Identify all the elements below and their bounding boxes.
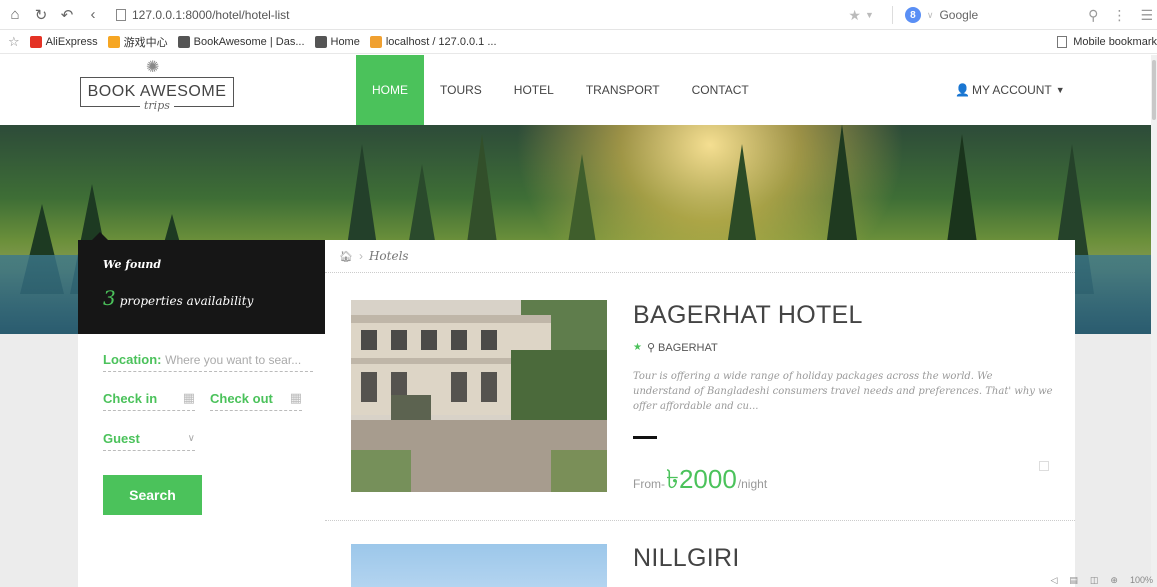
chevron-down-icon[interactable]: ∨ (927, 10, 934, 21)
check-out-label: Check out (210, 390, 273, 406)
main-menu: HOME TOURS HOTEL TRANSPORT CONTACT (356, 55, 765, 125)
zoom-level[interactable]: 100% (1130, 575, 1153, 587)
breadcrumb: 🏠︎ › Hotels (325, 240, 1075, 273)
breadcrumb-separator: › (358, 249, 363, 263)
hotel-card: BAGERHAT HOTEL ★ ⚲ BAGERHAT Tour is offe… (325, 273, 1075, 521)
breadcrumb-current: Hotels (368, 249, 409, 263)
bookmark-star-icon[interactable]: ★ (848, 7, 861, 24)
site-header: ✺ BOOK AWESOME trips HOME TOURS HOTEL TR… (0, 55, 1157, 125)
search-engine-label[interactable]: Google (939, 8, 978, 22)
hotel-list-content: 🏠︎ › Hotels BAGERHAT HOTEL ★ ⚲ BAGERHAT … (325, 240, 1075, 587)
favorite-checkbox[interactable] (1039, 461, 1049, 471)
bookmark-item[interactable]: 游戏中心 (107, 34, 168, 50)
results-notch (92, 232, 108, 240)
bookmark-item[interactable]: localhost / 127.0.0.1 ... (369, 35, 497, 48)
mobile-icon (1057, 36, 1068, 48)
refresh-icon[interactable]: ↻ (30, 4, 52, 26)
bookmark-item[interactable]: BookAwesome | Das... (177, 35, 305, 48)
hotel-name[interactable]: NILLGIRI (633, 544, 740, 573)
chevron-down-icon: ∨ (187, 433, 195, 444)
guest-select[interactable]: Guest ∨ (103, 431, 195, 451)
star-icon: ★ (633, 342, 642, 353)
search-filters: Location: Where you want to sear... Chec… (78, 334, 325, 587)
hotel-location: ★ ⚲ BAGERHAT (633, 341, 718, 355)
folder-icon (177, 35, 190, 48)
menu-hotel[interactable]: HOTEL (498, 55, 570, 125)
home-icon[interactable]: ⌂ (4, 4, 26, 26)
undo-icon[interactable]: ↶ (56, 4, 78, 26)
my-account-label: MY ACCOUNT (971, 83, 1052, 97)
caret-down-icon: ▼ (1055, 85, 1065, 95)
chevron-down-icon[interactable]: ▼ (865, 10, 874, 20)
hotel-image[interactable] (351, 300, 607, 492)
search-engine-icon[interactable]: 8 (904, 7, 921, 23)
location-placeholder: Where you want to sear... (165, 353, 302, 367)
separator-bar (633, 436, 657, 439)
hotel-price: From- ৳2000 /night (633, 459, 767, 503)
logo-tagline: trips (140, 99, 174, 112)
menu-icon[interactable]: ☰ (1140, 7, 1153, 24)
aliexpress-icon (29, 35, 42, 48)
volume-icon[interactable]: ◫ (1090, 575, 1099, 587)
back-icon[interactable]: ‹ (82, 4, 104, 26)
status-bar: ◁ ▤ ◫ ⊕ 100% (1000, 575, 1157, 587)
check-out-field[interactable]: Check out ▦ (210, 390, 302, 411)
menu-home[interactable]: HOME (356, 55, 424, 125)
toolbar-divider (891, 6, 893, 24)
bookmark-star-icon[interactable]: ☆ (8, 34, 20, 50)
location-field[interactable]: Location: Where you want to sear... (103, 352, 313, 372)
my-account-menu[interactable]: 👤 MY ACCOUNT ▼ (955, 55, 1065, 125)
home-icon[interactable]: 🏠︎ (339, 250, 353, 263)
hotel-description: Tour is offering a wide range of holiday… (633, 371, 1053, 412)
price-prefix: From- (633, 477, 665, 491)
zoom-icon[interactable]: ⊕ (1110, 575, 1118, 587)
bookmarks-bar: ☆ AliExpress 游戏中心 BookAwesome | Das... H… (0, 30, 1157, 54)
page-scrollbar[interactable] (1151, 55, 1157, 587)
game-center-icon (107, 35, 120, 48)
site-logo[interactable]: ✺ BOOK AWESOME trips (80, 57, 235, 121)
count-label: properties availability (119, 294, 254, 308)
hotel-image[interactable] (351, 544, 607, 587)
more-icon[interactable]: ⋮ (1112, 7, 1126, 24)
price-suffix: /night (737, 477, 768, 491)
menu-contact[interactable]: CONTACT (676, 55, 765, 125)
speaker-icon[interactable]: ◁ (1050, 575, 1057, 587)
check-in-field[interactable]: Check in ▦ (103, 390, 195, 411)
user-icon: 👤 (955, 83, 970, 97)
properties-count: 3 properties availability (103, 286, 253, 310)
address-bar[interactable]: 127.0.0.1:8000/hotel/hotel-list (116, 4, 289, 26)
hotel-photo (351, 300, 607, 492)
calendar-icon: ▦ (182, 390, 195, 405)
menu-tours[interactable]: TOURS (424, 55, 498, 125)
we-found-label: We found (103, 258, 162, 271)
palm-tree-icon: ✺ (146, 59, 160, 76)
hotel-name[interactable]: BAGERHAT HOTEL (633, 301, 863, 330)
map-pin-icon: ⚲ (646, 342, 656, 354)
phpmyadmin-icon (369, 35, 382, 48)
hotel-location-text: BAGERHAT (658, 341, 718, 354)
folder-icon (314, 35, 327, 48)
page-icon (116, 8, 126, 21)
save-icon[interactable]: ▤ (1069, 575, 1078, 587)
menu-transport[interactable]: TRANSPORT (570, 55, 676, 125)
calendar-icon: ▦ (289, 390, 302, 405)
bookmark-item[interactable]: Home (314, 35, 360, 48)
hotel-card: NILLGIRI (325, 522, 1075, 587)
price-amount: ৳2000 (666, 464, 737, 494)
url-text[interactable]: 127.0.0.1:8000/hotel/hotel-list (132, 8, 289, 22)
browser-toolbar: ⌂ ↻ ↶ ‹ 127.0.0.1:8000/hotel/hotel-list … (0, 0, 1157, 30)
results-summary: We found 3 properties availability (78, 240, 325, 334)
search-button[interactable]: Search (103, 475, 202, 515)
location-label: Location: (103, 352, 162, 367)
check-in-label: Check in (103, 390, 158, 406)
guest-label: Guest (103, 431, 140, 446)
bookmark-item[interactable]: AliExpress (29, 35, 98, 48)
count-number: 3 (103, 286, 116, 310)
search-icon[interactable]: ⚲ (1088, 7, 1098, 24)
mobile-bookmarks[interactable]: Mobile bookmark (1057, 30, 1157, 54)
scrollbar-thumb[interactable] (1152, 60, 1156, 120)
